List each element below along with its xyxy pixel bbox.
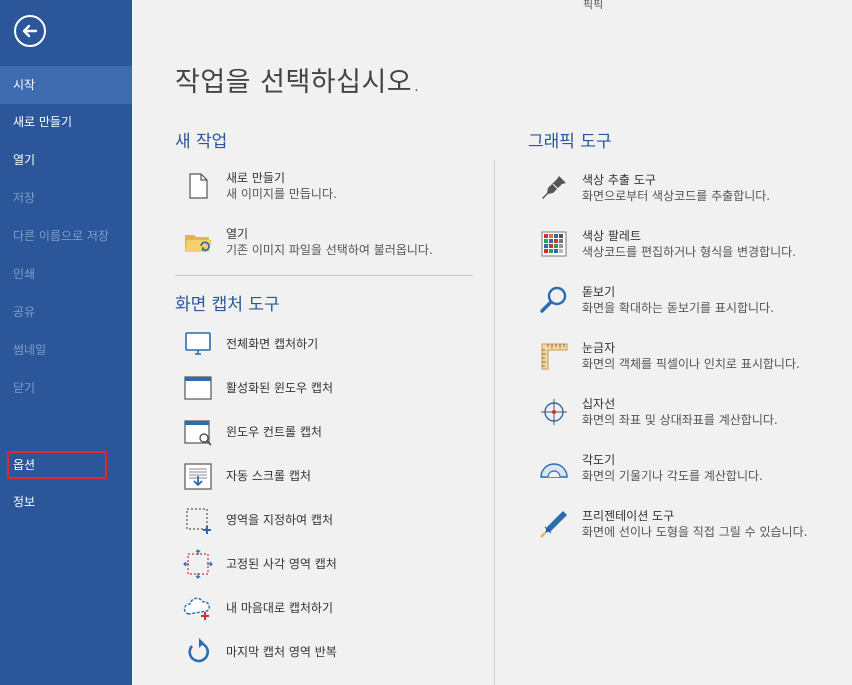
- crosshair-icon: [538, 396, 570, 428]
- capture-active-window-item[interactable]: 활성화된 윈도우 캡처: [182, 372, 333, 404]
- sidebar-item-new[interactable]: 새로 만들기: [0, 103, 132, 141]
- sidebar-item-close[interactable]: 닫기: [0, 369, 132, 407]
- magnifier-icon: [538, 284, 570, 316]
- color-picker-item[interactable]: 색상 추출 도구 화면으로부터 색상코드를 추출합니다.: [538, 172, 770, 204]
- section-title-new-task: 새 작업: [175, 132, 228, 152]
- item-title: 자동 스크롤 캡처: [226, 469, 311, 483]
- pen-icon: [538, 508, 570, 540]
- item-title: 색상 팔레트: [582, 229, 642, 243]
- protractor-item[interactable]: 각도기 화면의 기울기나 각도를 계산합니다.: [538, 452, 763, 484]
- capture-window-control-item[interactable]: 윈도우 컨트롤 캡처: [182, 416, 322, 448]
- item-title: 눈금자: [582, 341, 616, 355]
- repeat-arrow-icon: [182, 636, 214, 668]
- item-desc: 새 이미지를 만듭니다.: [226, 187, 337, 201]
- section-title-graphic: 그래픽 도구: [528, 132, 612, 152]
- item-title: 마지막 캡처 영역 반복: [226, 645, 337, 659]
- capture-freeform-item[interactable]: 내 마음대로 캡처하기: [182, 592, 333, 624]
- item-desc: 색상코드를 편집하거나 형식을 변경합니다.: [582, 245, 796, 259]
- item-title: 영역을 지정하여 캡처: [226, 513, 333, 527]
- item-desc: 화면의 좌표 및 상대좌표를 계산합니다.: [582, 413, 778, 427]
- item-title: 돋보기: [582, 285, 616, 299]
- item-title: 활성화된 윈도우 캡처: [226, 381, 333, 395]
- item-desc: 화면의 기울기나 각도를 계산합니다.: [582, 469, 763, 483]
- fixed-region-icon: [182, 548, 214, 580]
- section-title-capture: 화면 캡처 도구: [175, 295, 280, 315]
- sidebar-item-save-as[interactable]: 다른 이름으로 저장: [0, 217, 132, 255]
- item-title: 십자선: [582, 397, 616, 411]
- color-palette-item[interactable]: 색상 팔레트 색상코드를 편집하거나 형식을 변경합니다.: [538, 228, 796, 260]
- item-title: 새로 만들기: [226, 171, 286, 185]
- open-image-item[interactable]: 열기 기존 이미지 파일을 선택하여 불러옵니다.: [182, 226, 433, 258]
- window-magnifier-icon: [182, 416, 214, 448]
- capture-fixed-region-item[interactable]: 고정된 사각 영역 캡처: [182, 548, 337, 580]
- item-title: 고정된 사각 영역 캡처: [226, 557, 337, 571]
- page-title: 작업을 선택하십시오.: [175, 67, 422, 98]
- monitor-icon: [182, 328, 214, 360]
- protractor-icon: [538, 452, 570, 484]
- window-title: 픽픽: [583, 0, 604, 11]
- eyedropper-icon: [538, 172, 570, 204]
- capture-region-item[interactable]: 영역을 지정하여 캡처: [182, 504, 333, 536]
- crosshair-item[interactable]: 십자선 화면의 좌표 및 상대좌표를 계산합니다.: [538, 396, 778, 428]
- item-title: 열기: [226, 227, 249, 241]
- section-divider: [175, 275, 473, 276]
- sidebar-item-save[interactable]: 저장: [0, 179, 132, 217]
- item-desc: 화면을 확대하는 돋보기를 표시합니다.: [582, 301, 774, 315]
- scroll-page-icon: [182, 460, 214, 492]
- magnifier-item[interactable]: 돋보기 화면을 확대하는 돋보기를 표시합니다.: [538, 284, 774, 316]
- sidebar-item-share[interactable]: 공유: [0, 293, 132, 331]
- item-title: 색상 추출 도구: [582, 173, 656, 187]
- item-title: 각도기: [582, 453, 616, 467]
- column-divider: [494, 160, 495, 685]
- open-folder-icon: [182, 226, 214, 258]
- item-desc: 화면의 객체를 픽셀이나 인치로 표시합니다.: [582, 357, 800, 371]
- item-desc: 화면에 선이나 도형을 직접 그릴 수 있습니다.: [582, 525, 808, 539]
- sidebar-item-thumbnail[interactable]: 썸네일: [0, 331, 132, 369]
- sidebar-item-options[interactable]: 옵션: [7, 451, 107, 479]
- ruler-icon: [538, 340, 570, 372]
- blank-document-icon: [182, 170, 214, 202]
- freeform-cloud-icon: [182, 592, 214, 624]
- sidebar-item-open[interactable]: 열기: [0, 141, 132, 179]
- back-arrow-icon[interactable]: [14, 15, 46, 47]
- capture-repeat-last-item[interactable]: 마지막 캡처 영역 반복: [182, 636, 337, 668]
- item-title: 윈도우 컨트롤 캡처: [226, 425, 322, 439]
- sidebar-item-print[interactable]: 인쇄: [0, 255, 132, 293]
- capture-auto-scroll-item[interactable]: 자동 스크롤 캡처: [182, 460, 311, 492]
- item-title: 전체화면 캡처하기: [226, 337, 319, 351]
- item-title: 내 마음대로 캡처하기: [226, 601, 333, 615]
- presentation-item[interactable]: 프리젠테이션 도구 화면에 선이나 도형을 직접 그릴 수 있습니다.: [538, 508, 807, 540]
- item-title: 프리젠테이션 도구: [582, 509, 675, 523]
- palette-grid-icon: [538, 228, 570, 260]
- region-select-icon: [182, 504, 214, 536]
- item-desc: 기존 이미지 파일을 선택하여 불러옵니다.: [226, 243, 433, 257]
- item-desc: 화면으로부터 색상코드를 추출합니다.: [582, 189, 771, 203]
- capture-fullscreen-item[interactable]: 전체화면 캡처하기: [182, 328, 318, 360]
- window-icon: [182, 372, 214, 404]
- sidebar-item-start[interactable]: 시작: [0, 66, 132, 104]
- sidebar-item-info[interactable]: 정보: [0, 483, 132, 521]
- new-image-item[interactable]: 새로 만들기 새 이미지를 만듭니다.: [182, 170, 337, 202]
- ruler-item[interactable]: 눈금자 화면의 객체를 픽셀이나 인치로 표시합니다.: [538, 340, 800, 372]
- sidebar: 시작 새로 만들기 열기 저장 다른 이름으로 저장 인쇄 공유 썸네일 닫기 …: [0, 0, 132, 685]
